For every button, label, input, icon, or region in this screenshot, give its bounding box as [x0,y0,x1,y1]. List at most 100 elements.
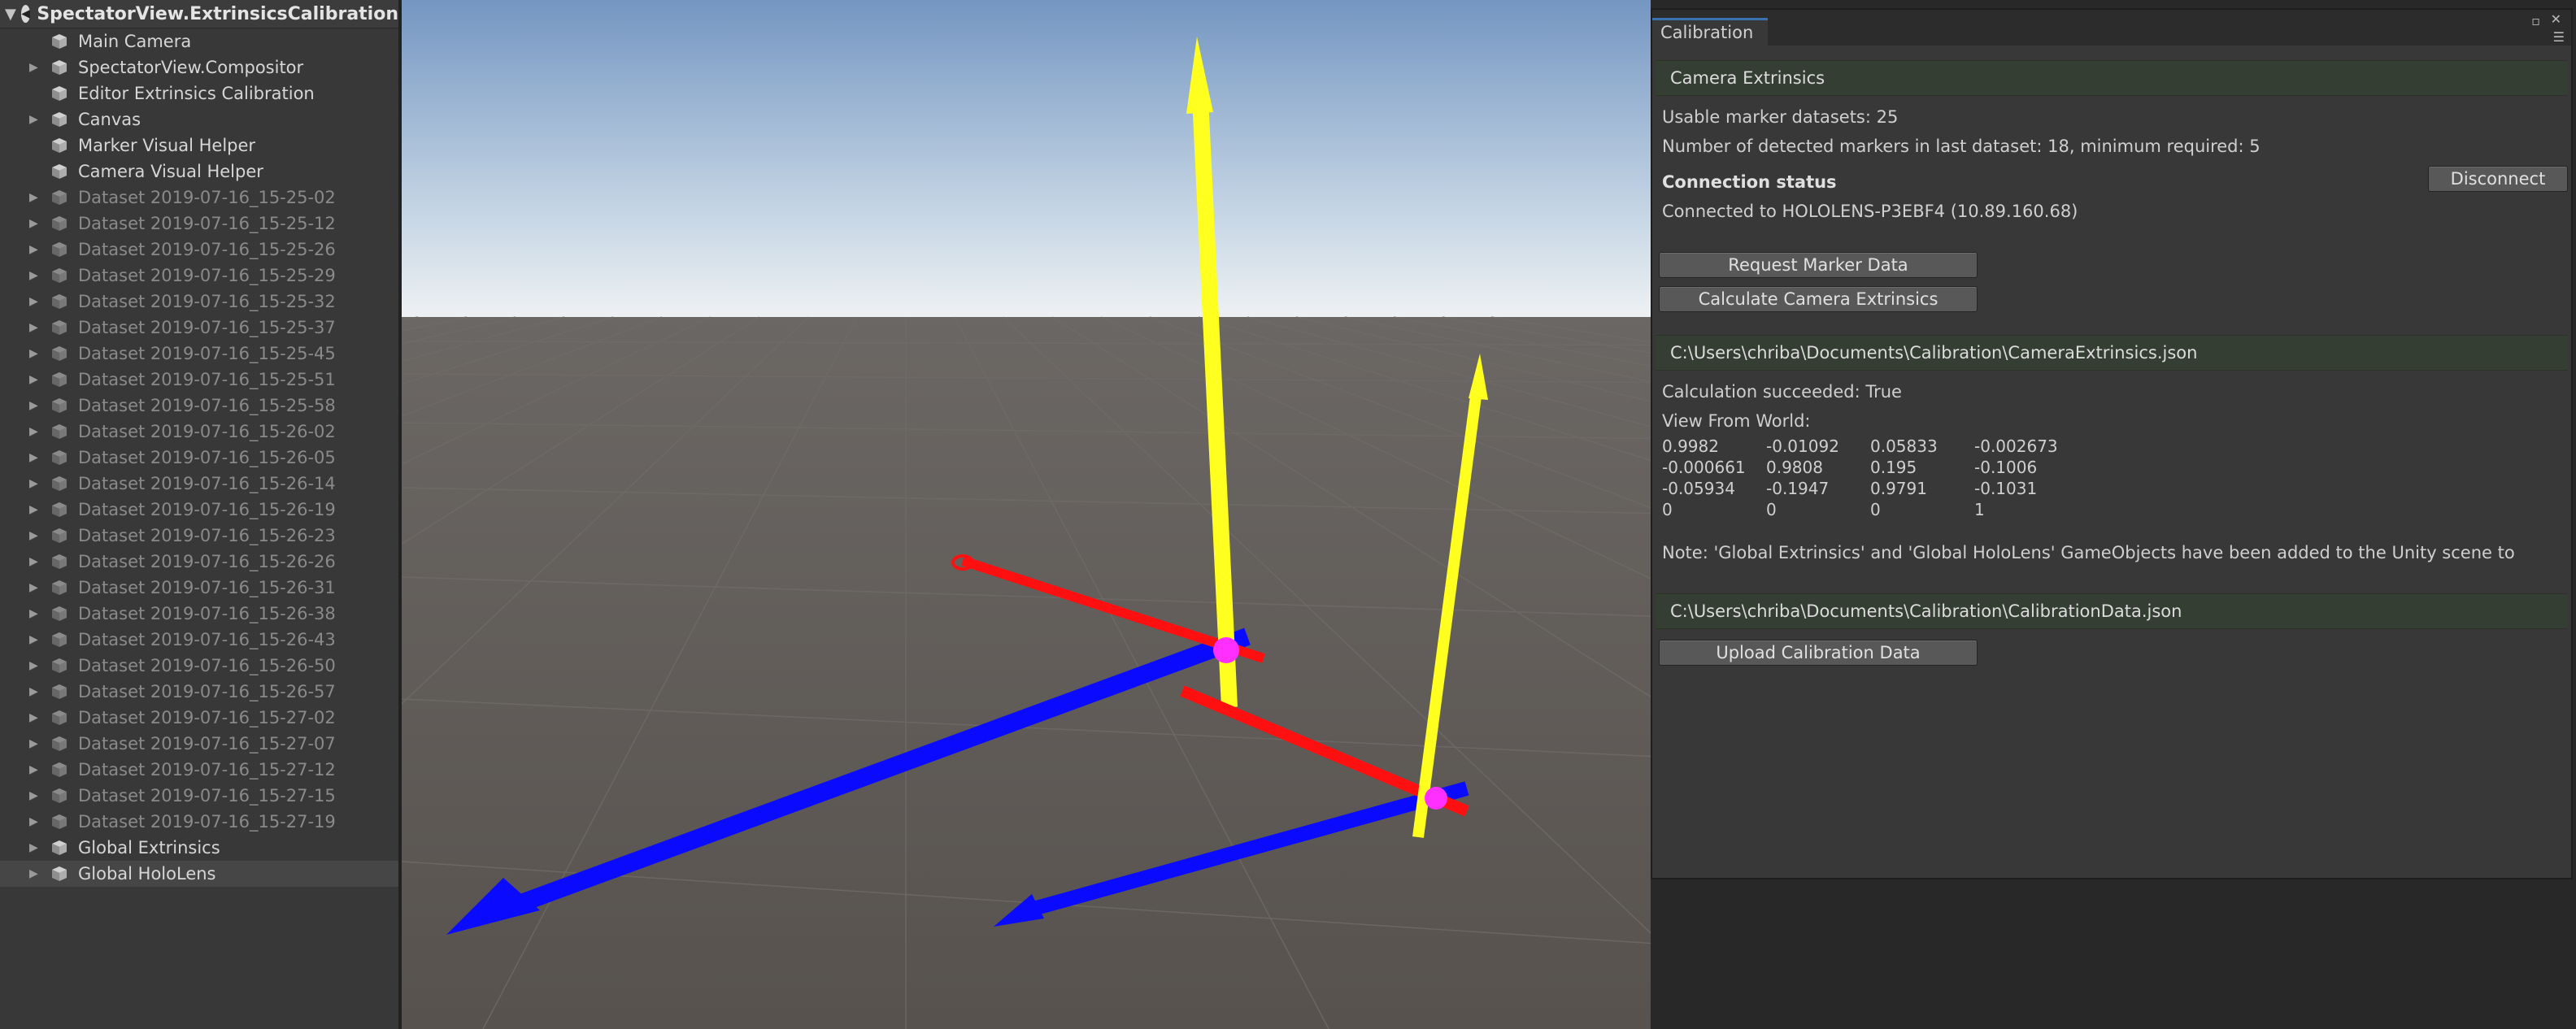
expand-arrow-icon[interactable]: ▶ [29,477,44,490]
expand-arrow-icon[interactable]: ▶ [29,529,44,542]
matrix-row: -0.05934 -0.1947 0.9791 -0.1031 [1662,478,2561,499]
expand-arrow-icon[interactable]: ▶ [29,425,44,438]
expand-arrow-icon[interactable]: ▶ [29,633,44,646]
hierarchy-item[interactable]: ▶ Dataset 2019-07-16_15-26-05 [0,445,398,471]
hierarchy-item[interactable]: ▶ Dataset 2019-07-16_15-26-14 [0,471,398,497]
hierarchy-item[interactable]: ▶ SpectatorView.Compositor [0,54,398,80]
gameobject-cube-icon [50,397,68,415]
expand-arrow-icon[interactable]: ▶ [29,373,44,386]
expand-arrow-icon[interactable]: ▶ [29,607,44,620]
gameobject-cube-icon [50,33,68,50]
calculate-camera-extrinsics-button[interactable]: Calculate Camera Extrinsics [1659,286,1978,312]
hierarchy-item[interactable]: ▶ Dataset 2019-07-16_15-25-45 [0,341,398,367]
hierarchy-item[interactable]: ▶ Dataset 2019-07-16_15-25-26 [0,237,398,263]
expand-arrow-icon[interactable]: ▶ [29,61,44,74]
connection-status-text: Connected to HOLOLENS-P3EBF4 (10.89.160.… [1662,202,2078,221]
hierarchy-item[interactable]: ▶ Dataset 2019-07-16_15-26-31 [0,575,398,601]
hierarchy-item[interactable]: ▶ Dataset 2019-07-16_15-26-50 [0,653,398,679]
scene-canvas[interactable] [402,0,1651,1029]
expand-arrow-icon[interactable]: ▶ [29,737,44,750]
hierarchy-item[interactable]: ▶ Dataset 2019-07-16_15-27-07 [0,731,398,757]
tab-calibration[interactable]: Calibration [1652,18,1769,48]
hierarchy-item[interactable]: ▶ Dataset 2019-07-16_15-25-58 [0,393,398,419]
gameobject-cube-icon [50,189,68,206]
gameobject-cube-icon [50,683,68,701]
window-menu-icon[interactable]: ☰ [2553,29,2565,45]
expand-arrow-icon[interactable]: ▶ [29,841,44,854]
hierarchy-item[interactable]: ▶ Dataset 2019-07-16_15-26-02 [0,419,398,445]
hierarchy-item[interactable]: ▶ Global Extrinsics [0,835,398,861]
hierarchy-item[interactable]: ▶ Dataset 2019-07-16_15-25-51 [0,367,398,393]
maximize-icon[interactable]: ▫ [2531,13,2540,28]
hierarchy-item[interactable]: ▶ Dataset 2019-07-16_15-27-15 [0,783,398,809]
hierarchy-item-label: Dataset 2019-07-16_15-26-38 [78,604,336,623]
hierarchy-item[interactable]: ▶ Dataset 2019-07-16_15-25-32 [0,289,398,315]
expand-arrow-icon[interactable]: ▶ [29,503,44,516]
hierarchy-item[interactable]: ▶Camera Visual Helper [0,158,398,185]
extrinsics-path-field[interactable]: C:\Users\chriba\Documents\Calibration\Ca… [1656,335,2568,371]
disconnect-button[interactable]: Disconnect [2428,166,2568,192]
hierarchy-item[interactable]: ▶Editor Extrinsics Calibration [0,80,398,106]
expand-arrow-icon[interactable]: ▶ [29,815,44,828]
expand-arrow-icon[interactable]: ▶ [29,399,44,412]
hierarchy-item[interactable]: ▶ Dataset 2019-07-16_15-26-38 [0,601,398,627]
collapse-icon[interactable]: ▼ [5,6,16,23]
hierarchy-item[interactable]: ▶ Dataset 2019-07-16_15-26-43 [0,627,398,653]
gameobject-cube-icon [50,813,68,831]
hierarchy-item[interactable]: ▶Main Camera [0,28,398,54]
expand-arrow-icon[interactable]: ▶ [29,243,44,256]
hierarchy-item[interactable]: ▶Marker Visual Helper [0,132,398,158]
hierarchy-item[interactable]: ▶ Dataset 2019-07-16_15-27-02 [0,705,398,731]
expand-arrow-icon[interactable]: ▶ [29,763,44,776]
hierarchy-item-label: Dataset 2019-07-16_15-26-05 [78,448,336,467]
hierarchy-item[interactable]: ▶ Dataset 2019-07-16_15-26-26 [0,549,398,575]
matrix-cell: 0.9982 [1662,436,1719,456]
close-icon[interactable]: ✕ [2551,11,2561,27]
expand-arrow-icon[interactable]: ▶ [29,347,44,360]
expand-arrow-icon[interactable]: ▶ [29,581,44,594]
expand-arrow-icon[interactable]: ▶ [29,321,44,334]
expand-arrow-icon[interactable]: ▶ [29,711,44,724]
hierarchy-item[interactable]: ▶ Dataset 2019-07-16_15-27-12 [0,757,398,783]
expand-arrow-icon[interactable]: ▶ [29,217,44,230]
expand-arrow-icon[interactable]: ▶ [29,685,44,698]
hierarchy-item[interactable]: ▶ Dataset 2019-07-16_15-25-12 [0,211,398,237]
scene-view[interactable] [402,0,1651,1029]
expand-arrow-icon[interactable]: ▶ [29,191,44,204]
view-from-world-matrix: 0.9982 -0.01092 0.05833 -0.002673 -0.000661 0… [1652,436,2571,520]
hierarchy-item-label: Dataset 2019-07-16_15-27-02 [78,708,336,727]
gameobject-cube-icon [50,579,68,597]
matrix-cell: -0.05934 [1662,479,1735,498]
hierarchy-item[interactable]: ▶ Dataset 2019-07-16_15-25-37 [0,315,398,341]
camera-extrinsics-header[interactable]: Camera Extrinsics [1656,60,2568,96]
hierarchy-item[interactable]: ▶ Dataset 2019-07-16_15-25-29 [0,263,398,289]
expand-arrow-icon[interactable]: ▶ [29,867,44,880]
hierarchy-item-label: Editor Extrinsics Calibration [78,84,315,103]
expand-arrow-icon[interactable]: ▶ [29,269,44,282]
upload-calibration-data-button[interactable]: Upload Calibration Data [1659,640,1978,666]
hierarchy-item[interactable]: ▶ Canvas [0,106,398,132]
gameobject-cube-icon [50,657,68,675]
gameobject-cube-icon [50,85,68,102]
hierarchy-item[interactable]: ▶ Dataset 2019-07-16_15-25-02 [0,185,398,211]
expand-arrow-icon[interactable]: ▶ [29,113,44,126]
expand-arrow-icon[interactable]: ▶ [29,659,44,672]
expand-arrow-icon[interactable]: ▶ [29,555,44,568]
hierarchy-item[interactable]: ▶ Dataset 2019-07-16_15-26-23 [0,523,398,549]
hierarchy-item-label: Canvas [78,110,141,129]
hierarchy-item[interactable]: ▶ Dataset 2019-07-16_15-26-19 [0,497,398,523]
hierarchy-item[interactable]: ▶ Global HoloLens [0,861,398,887]
expand-arrow-icon[interactable]: ▶ [29,789,44,802]
gameobject-cube-icon [50,631,68,649]
hierarchy-item[interactable]: ▶ Dataset 2019-07-16_15-26-57 [0,679,398,705]
calibration-window: Calibration ▫ ✕ ☰ Camera Extrinsics Usab… [1651,8,2573,879]
request-marker-data-button[interactable]: Request Marker Data [1659,252,1978,278]
expand-arrow-icon[interactable]: ▶ [29,295,44,308]
matrix-cell: 0.05833 [1870,436,1938,456]
expand-arrow-icon[interactable]: ▶ [29,451,44,464]
hierarchy-item-label: Global HoloLens [78,864,216,884]
hierarchy-item-label: Marker Visual Helper [78,136,256,155]
scene-header[interactable]: ▼ ◀ SpectatorView.ExtrinsicsCalibration [0,0,398,28]
calibration-data-path-field[interactable]: C:\Users\chriba\Documents\Calibration\Ca… [1656,593,2568,629]
hierarchy-item[interactable]: ▶ Dataset 2019-07-16_15-27-19 [0,809,398,835]
